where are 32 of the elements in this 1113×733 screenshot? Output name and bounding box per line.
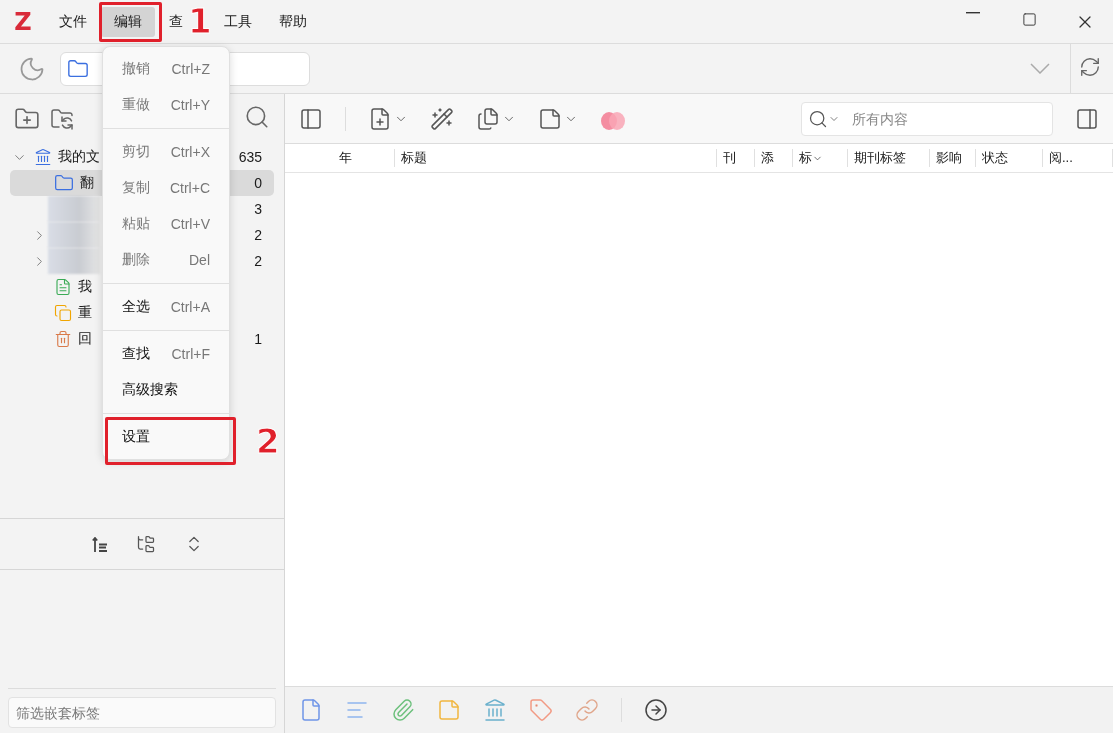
menu-label: 复制 <box>122 179 150 197</box>
menu-label: 撤销 <box>122 60 150 78</box>
item-count: 2 <box>254 227 263 243</box>
shortcut-label: Ctrl+F <box>171 346 210 362</box>
menu-label: 剪切 <box>122 143 150 161</box>
menu-label: 粘贴 <box>122 215 150 233</box>
menu-label: 全选 <box>122 298 150 316</box>
menu-label: 重做 <box>122 96 150 114</box>
menu-label: 查找 <box>122 345 150 363</box>
tree-label: 我 <box>78 278 92 296</box>
app-logo: Z <box>13 7 33 36</box>
shortcut-label: Del <box>189 252 210 268</box>
shortcut-label: Ctrl+V <box>170 216 210 232</box>
step-number: 2 <box>256 424 280 458</box>
shortcut-label: Ctrl+Z <box>171 61 210 77</box>
menu-label: 高级搜索 <box>122 381 178 399</box>
step-number: 1 <box>188 4 212 38</box>
shortcut-label: Ctrl+Y <box>170 97 210 113</box>
tree-label: 翻 <box>80 174 94 192</box>
item-count: 635 <box>238 149 263 165</box>
item-count: 1 <box>254 331 263 347</box>
item-count: 2 <box>254 253 263 269</box>
shortcut-label: Ctrl+X <box>170 144 210 160</box>
menu-label: 设置 <box>122 428 150 446</box>
shortcut-label: Ctrl+C <box>169 180 210 196</box>
tree-label: 重 <box>78 304 92 322</box>
item-count: 3 <box>254 201 263 217</box>
tree-label: 回 <box>78 330 92 348</box>
item-count: 0 <box>254 175 263 191</box>
shortcut-label: Ctrl+A <box>170 299 210 315</box>
menu-label: 删除 <box>122 251 150 269</box>
tree-label: 我的文 <box>58 148 100 166</box>
